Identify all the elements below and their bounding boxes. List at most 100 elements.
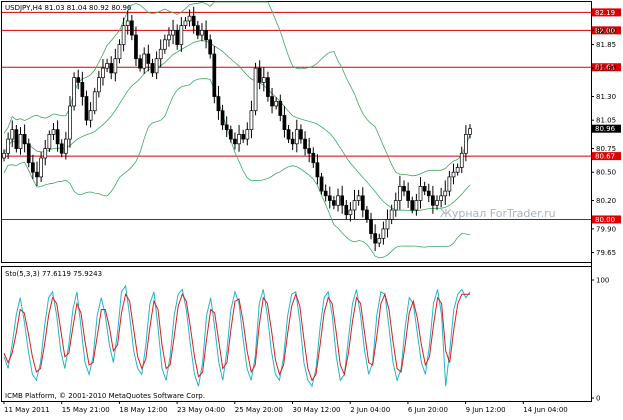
- price-tick-label: 81.30: [596, 93, 616, 101]
- candle-body: [109, 63, 114, 74]
- candle-body: [224, 124, 229, 130]
- candle-body: [360, 195, 365, 211]
- candle-body: [121, 25, 126, 45]
- candle-body: [179, 25, 184, 45]
- candle-body: [393, 200, 398, 211]
- candle-body: [402, 186, 406, 192]
- stochastic-tick-label: 0: [596, 395, 600, 403]
- candle-body: [96, 77, 101, 93]
- candle-body: [22, 134, 27, 145]
- candle-body: [26, 143, 31, 164]
- candle-body: [88, 110, 93, 121]
- stochastic-tick-label: 100: [596, 277, 609, 285]
- candle-body: [307, 148, 312, 154]
- candle-body: [282, 115, 287, 130]
- candle-body: [336, 195, 340, 206]
- candle-body: [468, 128, 472, 135]
- candle-body: [422, 186, 427, 192]
- time-axis: 11 May 2011 15 May 21:00 18 May 12:00 23 Ma…: [3, 401, 568, 414]
- candle-body: [113, 58, 118, 74]
- candle-body: [381, 228, 386, 239]
- candle-body: [14, 129, 19, 149]
- candle-body: [286, 129, 291, 140]
- candle-body: [451, 171, 456, 178]
- stochastic-axis: 100 0: [591, 277, 609, 403]
- candle-body: [266, 77, 270, 97]
- candle-body: [64, 138, 68, 154]
- candle-body: [142, 53, 147, 69]
- candle-body: [183, 20, 188, 26]
- candle-body: [294, 129, 299, 145]
- candle-body: [233, 138, 237, 145]
- candle-body: [84, 96, 89, 121]
- time-tick-label: 23 May 04:00: [177, 406, 225, 414]
- candle-body: [146, 53, 151, 64]
- time-tick-label: 25 May 20:00: [235, 406, 283, 414]
- candle-body: [459, 152, 464, 168]
- candle-body: [31, 162, 35, 173]
- price-tick-label: 79.65: [596, 249, 616, 257]
- candle-body: [134, 34, 138, 60]
- candle-body: [249, 110, 254, 130]
- candle-body: [158, 48, 163, 60]
- candle-body: [245, 129, 250, 140]
- level-label: 82.19: [595, 9, 615, 17]
- price-tick-label: 80.50: [596, 169, 616, 177]
- candle-body: [39, 157, 43, 178]
- candle-body: [195, 25, 200, 36]
- candle-body: [332, 200, 336, 206]
- candle-body: [344, 204, 349, 216]
- price-tick-label: 81.60: [596, 65, 616, 73]
- watermark: Журнал ForTrader.ru: [440, 207, 556, 220]
- candle-body: [47, 134, 52, 149]
- candle-body: [274, 100, 279, 107]
- candle-body: [171, 30, 175, 36]
- candle-body: [208, 39, 213, 55]
- candle-body: [435, 200, 439, 206]
- candle-body: [270, 96, 274, 107]
- candle-body: [323, 190, 328, 197]
- stochastic-pane[interactable]: [1, 266, 592, 402]
- candle-body: [101, 67, 105, 78]
- candle-body: [59, 143, 64, 154]
- candle-body: [92, 91, 97, 112]
- candle-body: [150, 63, 155, 74]
- candle-body: [129, 20, 134, 36]
- candle-body: [241, 134, 246, 140]
- candle-body: [455, 167, 460, 173]
- candle-body: [377, 238, 382, 244]
- candle-body: [389, 209, 394, 220]
- candle-body: [10, 129, 15, 140]
- candle-body: [76, 77, 81, 83]
- chart-window[interactable]: 82.19 82.00 81.61 80.67 80.00 80.96 82.00 81.8…: [0, 0, 623, 416]
- candle-body: [315, 162, 320, 178]
- candle-body: [51, 129, 56, 135]
- time-tick-label: 15 May 21:00: [62, 406, 110, 414]
- chart-title: USDJPY,H4 81.03 81.04 80.92 80.96: [5, 4, 132, 12]
- level-label: 80.67: [595, 153, 615, 161]
- candle-body: [464, 134, 468, 154]
- candle-body: [426, 190, 431, 197]
- candle-body: [410, 200, 415, 211]
- candle-body: [278, 100, 283, 116]
- candle-body: [175, 30, 180, 45]
- candle-body: [414, 200, 419, 211]
- candle-body: [191, 15, 196, 26]
- candle-body: [398, 186, 402, 201]
- candle-body: [431, 195, 435, 206]
- candle-body: [299, 129, 303, 140]
- candle-body: [216, 96, 221, 112]
- candle-body: [187, 15, 192, 22]
- price-tick-label: 79.90: [596, 225, 616, 233]
- current-price-label: 80.96: [595, 125, 616, 133]
- candle-body: [257, 67, 262, 83]
- candle-body: [204, 30, 208, 41]
- stochastic-lines: [3, 284, 471, 388]
- candles: [2, 6, 472, 252]
- price-tick-label: 82.00: [596, 27, 616, 35]
- copyright-footer: ICMB Platform, © 2001-2010 MetaQuotes So…: [5, 392, 205, 400]
- candle-body: [385, 219, 390, 230]
- candle-body: [105, 63, 109, 69]
- candle-body: [212, 53, 217, 97]
- candle-body: [290, 138, 295, 145]
